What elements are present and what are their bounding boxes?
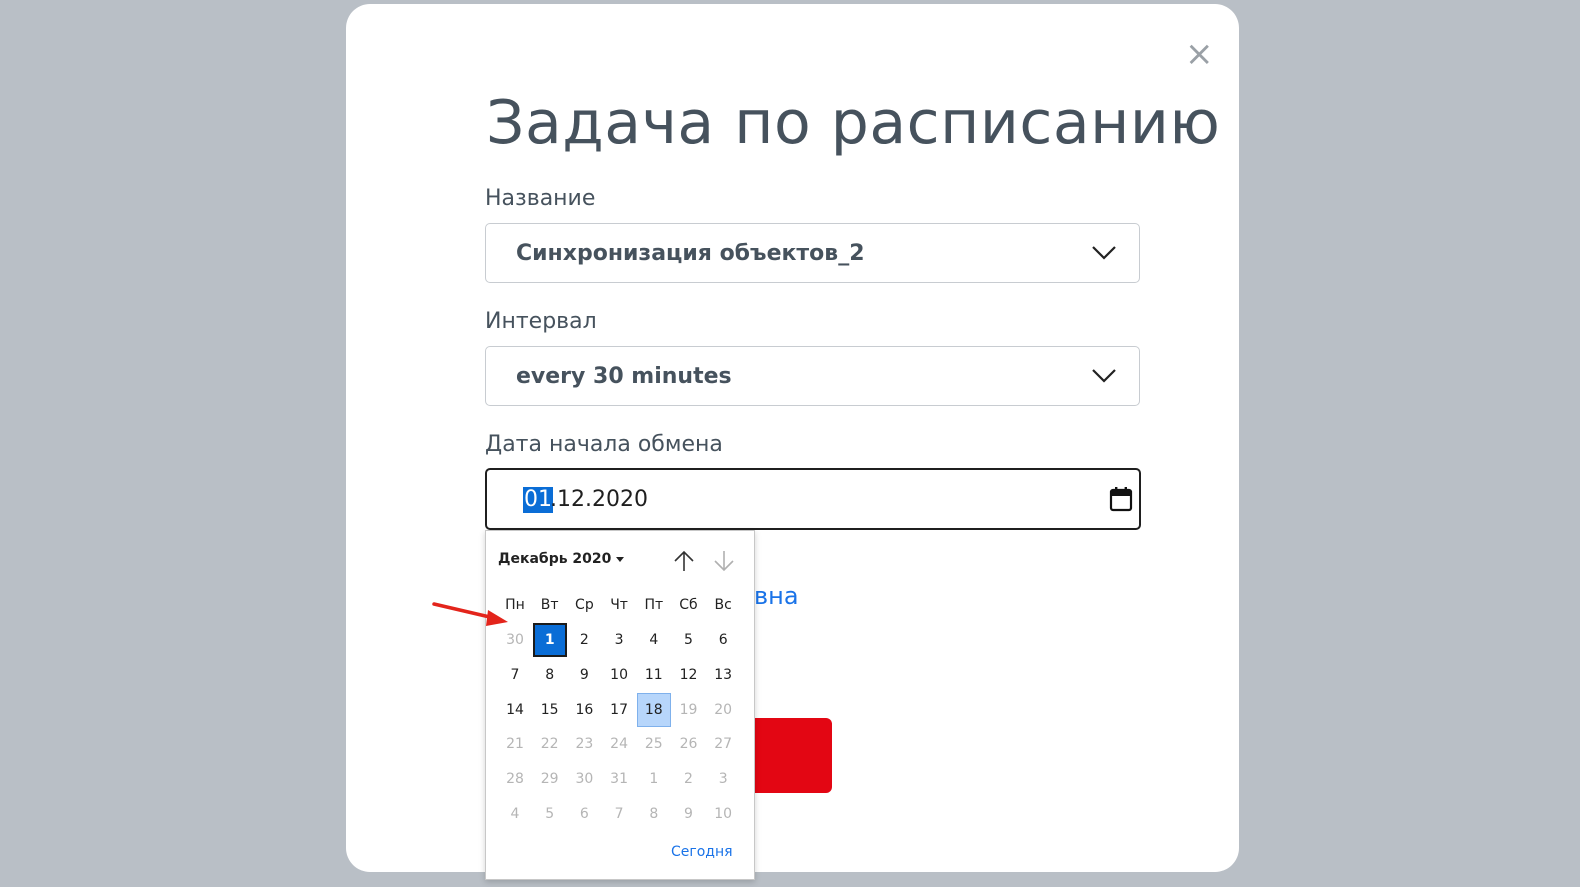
calendar-day[interactable]: 2 xyxy=(672,762,706,796)
calendar-day[interactable]: 15 xyxy=(533,693,567,727)
calendar-day[interactable]: 5 xyxy=(533,797,567,831)
calendar-day[interactable]: 29 xyxy=(533,762,567,796)
name-label: Название xyxy=(485,186,596,211)
calendar-day[interactable]: 2 xyxy=(567,623,601,657)
calendar-day[interactable]: 3 xyxy=(706,762,740,796)
calendar-day[interactable]: 19 xyxy=(672,693,706,727)
chevron-down-icon xyxy=(1092,369,1116,383)
month-year-label: Декабрь 2020 xyxy=(498,551,612,567)
start-date-input[interactable]: 01 .12.2020 xyxy=(485,468,1141,530)
calendar-day[interactable]: 9 xyxy=(567,658,601,692)
calendar-day[interactable]: 23 xyxy=(567,727,601,761)
interval-select[interactable]: every 30 minutes xyxy=(485,346,1140,406)
calendar-day[interactable]: 9 xyxy=(672,797,706,831)
chevron-down-icon xyxy=(1092,246,1116,260)
calendar-icon[interactable] xyxy=(1109,486,1133,512)
calendar-day[interactable]: 27 xyxy=(706,727,740,761)
weekday-label: Ср xyxy=(575,597,594,613)
calendar-day-selected[interactable]: 1 xyxy=(532,623,567,657)
close-icon[interactable]: × xyxy=(1185,37,1214,71)
name-select-value: Синхронизация объектов_2 xyxy=(516,241,865,266)
date-day-segment[interactable]: 01 xyxy=(523,487,553,513)
calendar-day[interactable]: 4 xyxy=(637,623,671,657)
calendar-day[interactable]: 17 xyxy=(602,693,636,727)
arrow-up-icon[interactable] xyxy=(672,549,696,573)
weekday-label: Чт xyxy=(610,597,628,613)
calendar-day[interactable]: 8 xyxy=(533,658,567,692)
calendar-day[interactable]: 28 xyxy=(498,762,532,796)
interval-label: Интервал xyxy=(485,309,597,334)
date-month-year-segment[interactable]: .12.2020 xyxy=(550,487,648,513)
calendar-day[interactable]: 20 xyxy=(706,693,740,727)
calendar-day[interactable]: 26 xyxy=(672,727,706,761)
calendar-day[interactable]: 7 xyxy=(602,797,636,831)
name-select[interactable]: Синхронизация объектов_2 xyxy=(485,223,1140,283)
weekday-label: Пт xyxy=(644,597,664,613)
calendar-day[interactable]: 11 xyxy=(637,658,671,692)
calendar-day[interactable]: 12 xyxy=(672,658,706,692)
weekday-label: Сб xyxy=(679,597,698,613)
calendar-day[interactable]: 30 xyxy=(567,762,601,796)
days-grid: 30 1 2 3 4 5 6 7 8 9 10 11 12 13 14 15 16 17 18 19 20 21 22 23 2… xyxy=(498,623,744,833)
start-date-label: Дата начала обмена xyxy=(485,432,723,457)
calendar-day-today[interactable]: 18 xyxy=(636,692,671,727)
calendar-day[interactable]: 24 xyxy=(602,727,636,761)
calendar-day[interactable]: 5 xyxy=(672,623,706,657)
arrow-down-icon[interactable] xyxy=(712,549,736,573)
dialog-title: Задача по расписанию xyxy=(486,88,1221,158)
calendar-day[interactable]: 1 xyxy=(637,762,671,796)
calendar-day[interactable]: 7 xyxy=(498,658,532,692)
calendar-day[interactable]: 8 xyxy=(637,797,671,831)
today-button[interactable]: Сегодня xyxy=(671,844,733,860)
calendar-day[interactable]: 10 xyxy=(706,797,740,831)
interval-select-value: every 30 minutes xyxy=(516,364,732,389)
weekday-label: Вс xyxy=(714,597,732,613)
calendar-day[interactable]: 4 xyxy=(498,797,532,831)
calendar-day[interactable]: 22 xyxy=(533,727,567,761)
red-arrow-annotation xyxy=(432,602,508,626)
weekday-header: Пн Вт Ср Чт Пт Сб Вс xyxy=(498,597,744,617)
calendar-day[interactable]: 25 xyxy=(637,727,671,761)
calendar-day[interactable]: 6 xyxy=(567,797,601,831)
date-picker-popup: Декабрь 2020 Пн Вт Ср Чт Пт Сб Вс 30 1 2 3 4 5 6 7 8 9 1… xyxy=(485,530,755,880)
weekday-label: Вт xyxy=(540,597,559,613)
caret-down-icon xyxy=(616,556,625,562)
calendar-day[interactable]: 31 xyxy=(602,762,636,796)
calendar-day[interactable]: 30 xyxy=(498,623,532,657)
calendar-day[interactable]: 14 xyxy=(498,693,532,727)
calendar-day[interactable]: 3 xyxy=(602,623,636,657)
partial-link-text[interactable]: вна xyxy=(754,582,799,610)
calendar-day[interactable]: 13 xyxy=(706,658,740,692)
month-year-dropdown[interactable]: Декабрь 2020 xyxy=(498,551,625,567)
calendar-day[interactable]: 6 xyxy=(706,623,740,657)
calendar-day[interactable]: 21 xyxy=(498,727,532,761)
calendar-day[interactable]: 10 xyxy=(602,658,636,692)
calendar-day[interactable]: 16 xyxy=(567,693,601,727)
